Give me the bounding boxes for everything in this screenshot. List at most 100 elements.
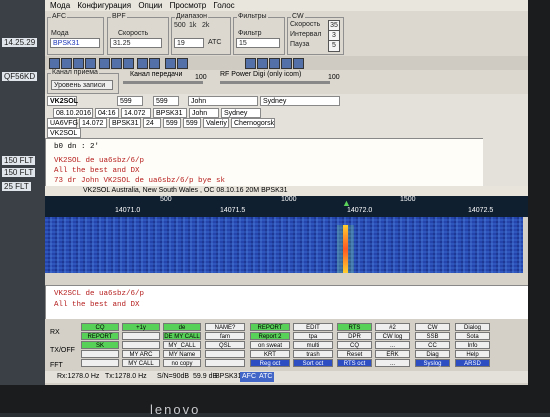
rx-button[interactable]: RX — [50, 329, 60, 336]
log2-freq[interactable]: 14.072 — [79, 118, 107, 128]
log2-name[interactable]: Valeriy — [203, 118, 229, 128]
macro-button[interactable]: EDIT — [293, 323, 333, 331]
log2-rst-r[interactable]: 599 — [183, 118, 201, 128]
log-freq[interactable]: 14.072 — [121, 108, 151, 118]
macro-button[interactable]: trash — [293, 350, 333, 358]
rx-icon[interactable] — [111, 58, 122, 69]
marker-triangle-icon[interactable]: ▲ — [342, 198, 351, 208]
record-icon[interactable] — [165, 58, 176, 69]
afc-indicator[interactable]: AFC — [240, 372, 258, 382]
macro-button[interactable] — [205, 359, 245, 367]
rst-rcvd-field[interactable]: 599 — [153, 96, 179, 106]
menu-item[interactable]: Просмотр — [170, 1, 207, 10]
macro-button[interactable] — [81, 359, 119, 367]
log2-qth[interactable]: Chernogorsk — [231, 118, 275, 128]
settings-icon[interactable] — [85, 58, 96, 69]
log-date[interactable]: 08.10.2016 — [53, 108, 93, 118]
macro-button[interactable]: SSB — [415, 332, 450, 340]
macro-button[interactable]: Reg oct — [250, 359, 290, 367]
log2-num[interactable]: 24 — [143, 118, 161, 128]
speed-field[interactable]: 31.25 — [110, 38, 162, 48]
range-2k[interactable]: 2k — [202, 22, 209, 29]
tx-level-slider[interactable] — [123, 81, 203, 84]
power-slider[interactable] — [220, 81, 330, 84]
log3-call[interactable]: VK2SOL — [47, 128, 81, 138]
map-icon[interactable] — [269, 58, 280, 69]
macro-button[interactable] — [81, 350, 119, 358]
macro-button[interactable]: on sweat — [250, 341, 290, 349]
center-field[interactable]: 19 — [174, 38, 204, 48]
macro-button[interactable]: ... — [375, 341, 410, 349]
print-icon[interactable] — [149, 58, 160, 69]
macro-button[interactable]: ... — [375, 359, 410, 367]
macro-button[interactable]: Reset — [337, 350, 372, 358]
macro-button[interactable]: MY_CALL — [163, 341, 201, 349]
range-500[interactable]: 500 — [174, 22, 186, 29]
log2-call[interactable]: UA6VFG — [47, 118, 78, 128]
macro-button[interactable]: tpa — [293, 332, 333, 340]
macro-button[interactable]: RTS oct — [337, 359, 372, 367]
macro-button[interactable]: ERK — [375, 350, 410, 358]
log2-mode[interactable]: BPSK31 — [109, 118, 141, 128]
tx-icon[interactable] — [123, 58, 134, 69]
log-time[interactable]: 04:16 — [95, 108, 119, 118]
macro-icon[interactable] — [99, 58, 110, 69]
name-field[interactable]: John — [188, 96, 258, 106]
macro-button[interactable]: #2 — [375, 323, 410, 331]
macro-button[interactable]: DPR — [337, 332, 372, 340]
open-icon[interactable] — [61, 58, 72, 69]
macro-button[interactable]: REPORT — [250, 323, 290, 331]
menu-item[interactable]: Конфигурация — [77, 1, 131, 10]
macro-button[interactable]: no copy — [163, 359, 201, 367]
macro-button[interactable]: CQ — [81, 323, 119, 331]
rst-sent-field[interactable]: 599 — [117, 96, 143, 106]
save-icon[interactable] — [49, 58, 60, 69]
macro-button[interactable]: Diag — [415, 350, 450, 358]
play-icon[interactable] — [177, 58, 188, 69]
help-icon[interactable] — [293, 58, 304, 69]
macro-button[interactable]: Sota — [455, 332, 490, 340]
macro-button[interactable]: RTS — [337, 323, 372, 331]
txoff-button[interactable]: TX/OFF — [50, 347, 75, 354]
macro-button[interactable]: Dialog — [455, 323, 490, 331]
atc-indicator[interactable]: ATC — [257, 372, 275, 382]
macro-button[interactable]: +1y — [122, 323, 160, 331]
macro-button[interactable]: fam — [205, 332, 245, 340]
macro-button[interactable]: Info — [455, 341, 490, 349]
macro-button[interactable]: Sort oct — [293, 359, 333, 367]
macro-button[interactable]: Syslog — [415, 359, 450, 367]
mode-field[interactable]: BPSK31 — [50, 38, 100, 48]
macro-button[interactable]: multi — [293, 341, 333, 349]
macro-button[interactable]: QSL — [205, 341, 245, 349]
macro-button[interactable]: de — [163, 323, 201, 331]
log2-rst-s[interactable]: 599 — [163, 118, 181, 128]
macro-button[interactable]: NAME? — [205, 323, 245, 331]
stop-icon[interactable] — [245, 58, 256, 69]
atc-toggle[interactable]: ATC — [208, 39, 221, 46]
macro-button[interactable]: CW — [415, 323, 450, 331]
cw-pause-value[interactable]: 5 — [328, 40, 340, 52]
macro-button[interactable]: CQ — [337, 341, 372, 349]
macro-button[interactable]: MY ARC — [122, 350, 160, 358]
mail-icon[interactable] — [137, 58, 148, 69]
menu-item[interactable]: Опции — [138, 1, 162, 10]
log-name[interactable]: John — [189, 108, 219, 118]
pause-icon[interactable] — [257, 58, 268, 69]
fft-button[interactable]: FFT — [50, 362, 63, 369]
macro-button[interactable] — [205, 350, 245, 358]
menu-item[interactable]: Мода — [50, 1, 70, 10]
macro-button[interactable]: CC — [415, 341, 450, 349]
macro-button[interactable]: ARSD — [455, 359, 490, 367]
filter-field[interactable]: 15 — [236, 38, 280, 48]
macro-button[interactable]: KRT — [250, 350, 290, 358]
macro-button[interactable]: SK — [81, 341, 119, 349]
macro-button[interactable]: MY CALL — [122, 359, 160, 367]
menu-item[interactable]: Голос — [213, 1, 234, 10]
macro-button[interactable]: REPORT — [81, 332, 119, 340]
transmit-text-pane[interactable]: VK2SCL de ua6sbz/6/p All the best and DX — [45, 285, 528, 321]
log-icon[interactable] — [73, 58, 84, 69]
record-level-button[interactable]: Уровень записи — [51, 80, 113, 90]
log-mode[interactable]: BPSK31 — [153, 108, 187, 118]
macro-button[interactable]: CW log — [375, 332, 410, 340]
macro-button[interactable] — [122, 332, 160, 340]
